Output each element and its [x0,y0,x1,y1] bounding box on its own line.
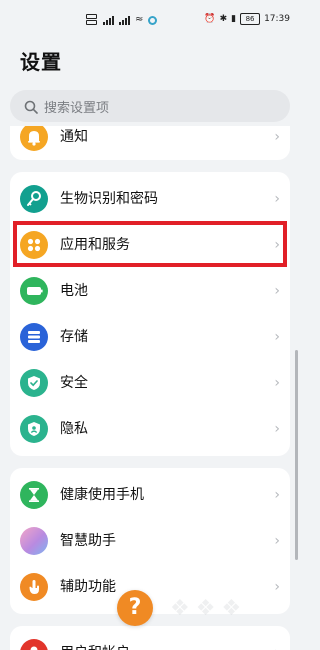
sync-icon [148,15,158,25]
vibrate-icon: ▮ [231,14,237,24]
search-placeholder: 搜索设置项 [44,100,110,116]
signal-2-icon [119,15,130,25]
user-icon [20,639,48,650]
settings-group-2: 生物识别和密码 › 应用和服务 › 电池 › 存储 › 安全 › 隐私 › [10,172,290,456]
signal-1-icon [103,15,114,25]
settings-item-security[interactable]: 安全 › [10,360,290,406]
settings-item-battery[interactable]: 电池 › [10,268,290,314]
settings-item-notifications[interactable]: 通知 › [10,126,290,160]
settings-group-4: 用户和帐户 › [10,626,290,650]
settings-item-label: 辅助功能 [60,579,116,595]
bell-icon [20,126,48,151]
settings-item-label: 安全 [60,375,88,391]
settings-item-label: 存储 [60,329,88,345]
key-icon [20,185,48,213]
settings-item-label: 生物识别和密码 [60,191,158,207]
chevron-right-icon: › [274,129,280,145]
chevron-right-icon: › [274,375,280,391]
page-title: 设置 [20,50,62,74]
status-bar: ≈ ⏰ ✱ ▮ 86 17:39 [0,0,300,40]
settings-item-label: 隐私 [60,421,88,437]
settings-group-1: 通知 › [10,126,290,160]
search-icon [24,99,38,114]
chevron-right-icon: › [274,533,280,549]
hand-icon [20,573,48,601]
settings-item-smart-assistant[interactable]: 智慧助手 › [10,518,290,564]
settings-item-users-accounts[interactable]: 用户和帐户 › [10,630,290,650]
settings-item-privacy[interactable]: 隐私 › [10,406,290,452]
alarm-icon: ⏰ [204,14,216,24]
hourglass-icon [20,481,48,509]
chevron-right-icon: › [274,329,280,345]
highlight-box [13,221,287,267]
status-left: ≈ [86,14,158,26]
watermark-overlay: ❖❖❖ [170,596,248,621]
chevron-right-icon: › [274,283,280,299]
settings-item-storage[interactable]: 存储 › [10,314,290,360]
settings-item-label: 健康使用手机 [60,487,144,503]
shield-check-icon [20,369,48,397]
chevron-right-icon: › [274,421,280,437]
battery-icon [20,277,48,305]
settings-item-label: 智慧助手 [60,533,116,549]
chevron-right-icon: › [274,487,280,503]
scrollbar[interactable] [295,350,298,560]
chevron-right-icon: › [274,191,280,207]
chevron-right-icon: › [274,579,280,595]
battery-indicator: 86 [240,13,261,25]
settings-item-biometrics[interactable]: 生物识别和密码 › [10,176,290,222]
storage-icon [20,323,48,351]
settings-item-label: 电池 [60,283,88,299]
wifi-icon: ≈ [135,14,144,25]
bluetooth-icon: ✱ [219,14,228,24]
smart-assistant-icon [20,527,48,555]
settings-group-3: 健康使用手机 › 智慧助手 › 辅助功能 › [10,468,290,614]
status-right: ⏰ ✱ ▮ 86 17:39 [204,13,290,25]
settings-item-digital-balance[interactable]: 健康使用手机 › [10,472,290,518]
clock: 17:39 [264,14,290,24]
settings-item-label: 通知 [60,129,88,145]
dual-sim-icon [86,14,98,26]
privacy-shield-icon [20,415,48,443]
settings-item-label: 用户和帐户 [60,630,130,650]
search-bar[interactable]: 搜索设置项 [10,90,290,122]
help-button[interactable]: ? [117,590,153,626]
chevron-right-icon: › [274,630,280,650]
